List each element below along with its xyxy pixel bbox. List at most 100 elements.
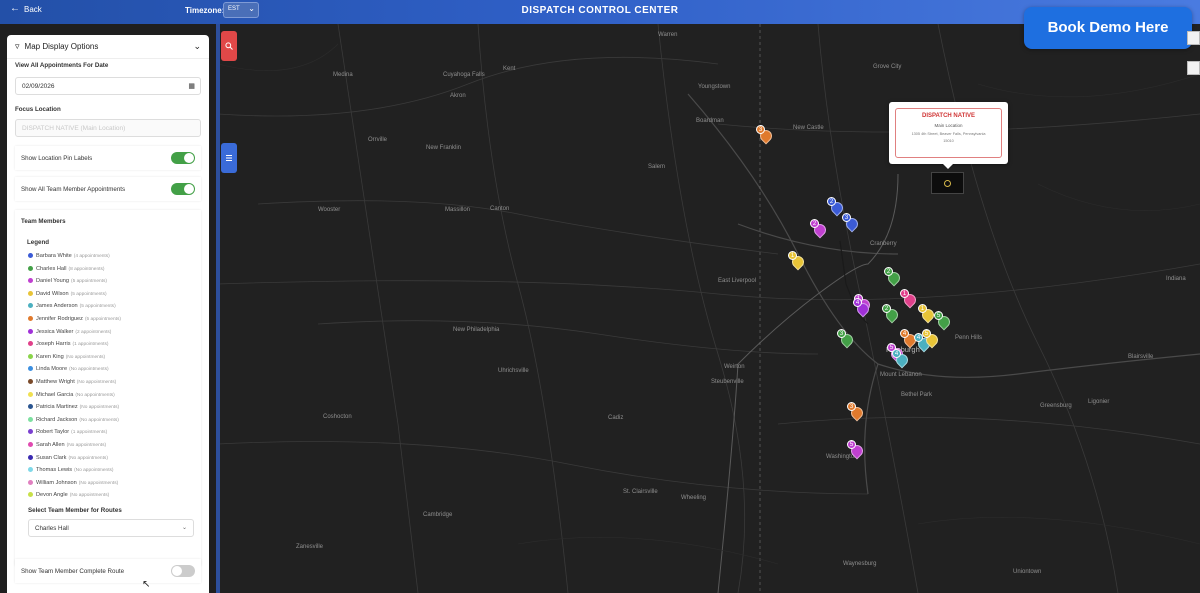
pin-number: 5 [847,440,856,449]
color-swatch [28,454,33,460]
pin-number: 5 [934,311,943,320]
appointment-pin[interactable]: 1 [788,251,807,271]
date-value: 02/09/2026 [22,83,55,90]
color-swatch [28,391,33,397]
focus-location-label: Focus Location [15,106,61,113]
legend-item: Linda Moore (No appointments) [28,366,109,372]
map-control-square[interactable] [1187,61,1200,75]
appointment-pin[interactable]: 2 [884,267,903,287]
pin-labels-label: Show Location Pin Labels [21,155,93,162]
top-bar: ← Back Timezone: EST ⌄ DISPATCH CONTROL … [0,0,1200,24]
color-swatch [28,328,33,334]
legend-count: (No appointments) [69,367,109,373]
page-title: DISPATCH CONTROL CENTER [521,5,679,16]
appointment-pin[interactable]: 3 [842,213,861,233]
team-members-title: Team Members [21,218,66,225]
legend-name: Patricia Martinez [36,404,78,411]
legend: Legend Barbara White (4 appointments) Char… [21,234,195,502]
chevron-down-icon[interactable]: ⌄ [193,41,201,52]
pin-number: 1 [788,251,797,260]
color-swatch [28,379,33,385]
appointment-pin[interactable]: 3 [756,125,775,145]
pin-number: 3 [756,125,765,134]
pin-number: 3 [847,402,856,411]
legend-count: (5 appointments) [70,291,107,297]
legend-name: Jennifer Rodriguez [36,316,83,322]
map-options-panel: ▿ Map Display Options ⌄ View All Appoint… [7,35,209,593]
legend-count: (No appointments) [65,354,106,360]
search-map-button[interactable] [221,31,237,61]
legend-item: Thomas Lewis (No appointments) [28,467,114,473]
book-demo-button[interactable]: Book Demo Here [1024,7,1192,49]
legend-count: (No appointments) [69,493,110,499]
appointment-pin[interactable]: 3 [847,402,866,422]
pin-number: 4 [853,298,862,307]
main-location-marker[interactable] [931,172,964,194]
appointment-pin[interactable]: 3 [837,329,856,349]
legend-count: (8 appointments) [68,266,105,272]
legend-name: Daniel Young [36,278,69,285]
legend-item: Joseph Harris (1 appointments) [28,341,109,347]
legend-count: (5 appointments) [84,317,121,322]
color-swatch [28,404,33,410]
appointment-pin[interactable]: 5 [847,440,866,460]
all-appointments-toggle[interactable] [171,183,195,195]
map-canvas[interactable]: Warren Medina Cuyahoga Falls Kent Akron Young… [218,24,1200,593]
legend-count: (5 appointments) [79,304,116,310]
all-appointments-label: Show All Team Member Appointments [21,186,126,193]
pin-number: 4 [892,349,901,358]
map-control-square[interactable] [1187,31,1200,45]
appointment-pin[interactable]: 4 [853,298,872,318]
legend-count: (4 appointments) [73,254,110,259]
pin-number: 3 [842,213,851,222]
routes-label: Select Team Member for Routes [28,507,122,514]
route-lines [839,240,869,325]
list-icon [226,155,232,161]
legend-item: Susan Clark (No appointments) [28,455,108,461]
routes-select[interactable]: Charles Hall ⌄ [28,519,194,537]
legend-name: Jessica Walker [36,328,74,335]
map-left-strip [216,24,220,593]
search-icon [225,42,233,50]
appointment-pin[interactable]: 2 [827,197,846,217]
team-members-section: Team Members Legend Barbara White (4 appo… [15,210,201,566]
pin-number: 3 [837,329,846,338]
legend-name: Barbara White [36,253,72,259]
color-swatch [28,316,33,322]
panel-header[interactable]: ▿ Map Display Options ⌄ [7,35,209,59]
popup-address: 1305 4th Street, Beaver Falls, Pennsylva… [911,132,986,136]
legend-name: James Anderson [36,303,78,310]
list-panel-button[interactable] [221,143,237,173]
appointment-pin[interactable]: 2 [810,219,829,239]
legend-count: (2 appointments) [75,329,112,335]
color-swatch [28,341,33,347]
legend-name: Susan Clark [36,454,67,461]
legend-name: Joseph Harris [36,341,71,348]
mouse-cursor-icon: ↖ [142,579,151,590]
focus-location-select[interactable]: DISPATCH NATIVE (Main Location) [15,119,201,137]
pin-number: 2 [882,304,891,313]
legend-name: Sarah Allen [36,442,65,448]
appointment-pin[interactable]: 1 [900,289,919,309]
color-swatch [28,479,33,485]
legend-count: (1 appointments) [72,342,109,348]
legend-count: (No appointments) [66,443,107,448]
appointment-pin[interactable]: 5 [934,311,953,331]
color-swatch [28,492,33,498]
complete-route-toggle[interactable] [171,565,195,577]
appointment-pin[interactable]: 5 [922,329,941,349]
pin-number: 2 [884,267,893,276]
legend-name: Michael Garcia [36,391,74,398]
pin-labels-toggle[interactable] [171,152,195,164]
legend-count: (No appointments) [79,405,120,411]
date-input[interactable]: 02/09/2026 ▦ [15,77,201,95]
legend-name: Richard Jackson [36,416,78,423]
legend-name: Thomas Lewis [36,467,73,474]
legend-item: Daniel Young (5 appointments) [28,278,107,284]
calendar-icon[interactable]: ▦ [188,82,195,90]
legend-item: Jessica Walker (2 appointments) [28,329,111,335]
color-swatch [28,467,33,473]
appointment-pin[interactable]: 2 [882,304,901,324]
appointment-pin[interactable]: 4 [892,349,911,369]
appointment-pin[interactable]: 1 [918,304,937,324]
